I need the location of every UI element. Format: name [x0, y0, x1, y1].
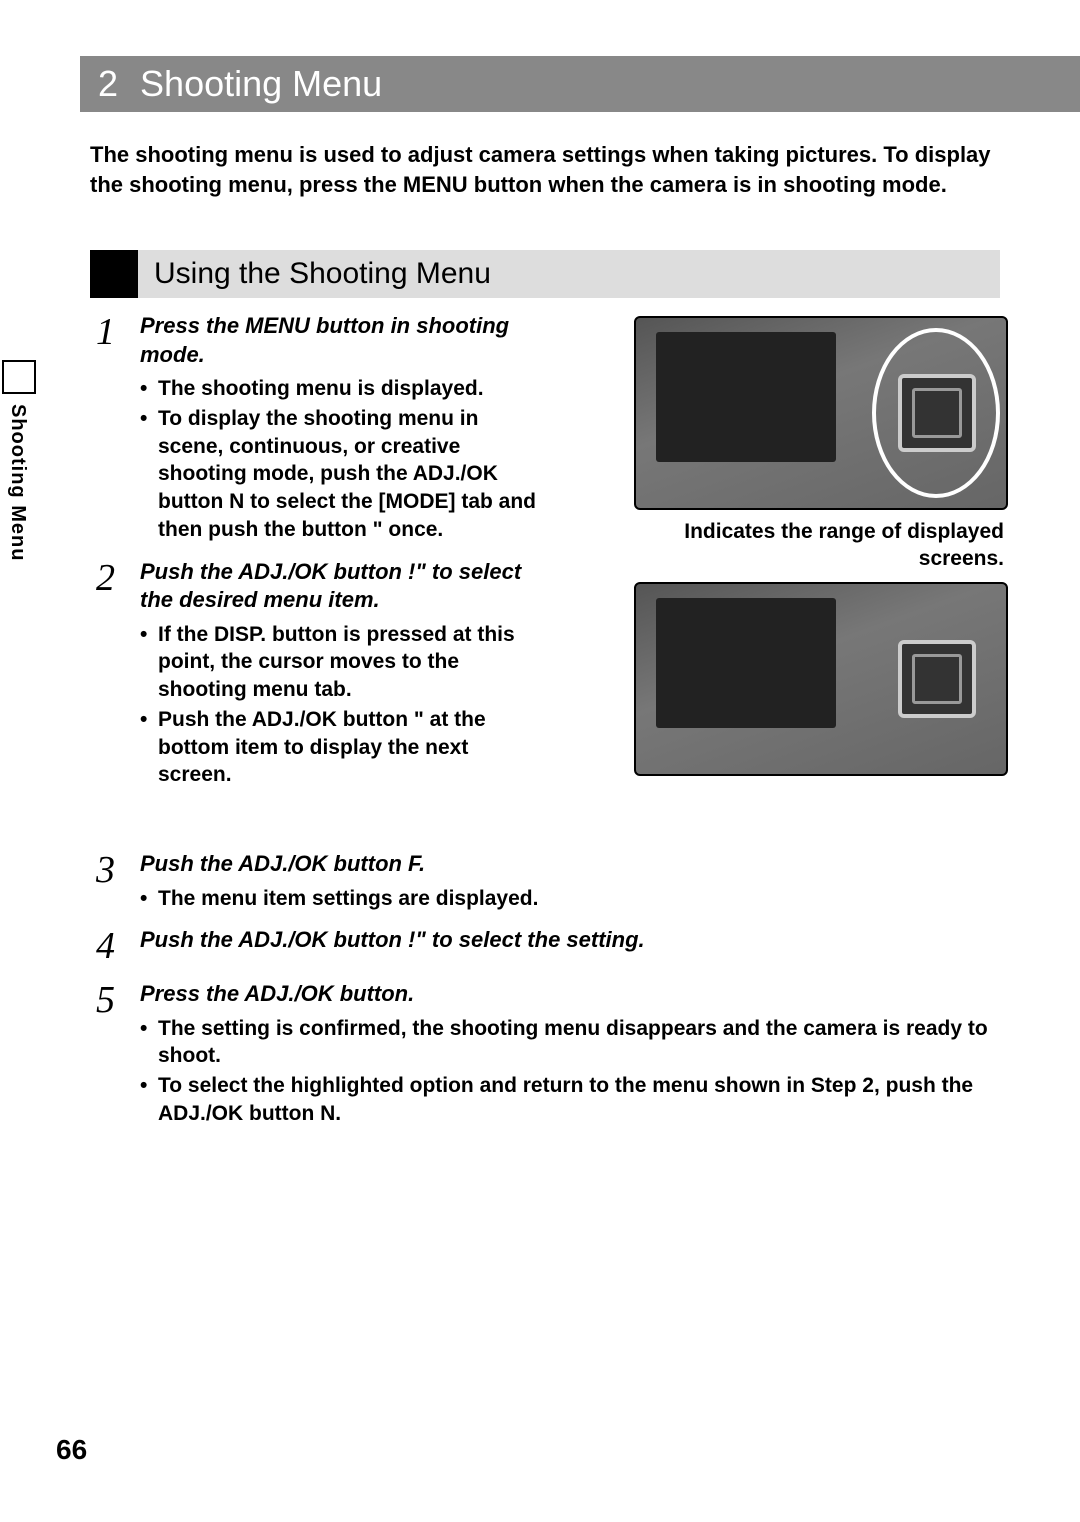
step-bullet: To select the highlighted option and ret…	[158, 1072, 1000, 1127]
figure-1-image	[634, 316, 1008, 510]
sidebar-tab: Shooting Menu	[0, 360, 36, 640]
steps-wide: 3 Push the ADJ./OK button F. The menu it…	[96, 850, 1000, 1142]
chapter-number: 2	[98, 63, 118, 105]
step-5: 5 Press the ADJ./OK button. The setting …	[96, 980, 1000, 1129]
step-1: 1 Press the MENU button in shooting mode…	[96, 312, 536, 546]
step-title: Push the ADJ./OK button !" to select the…	[140, 558, 536, 615]
step-3: 3 Push the ADJ./OK button F. The menu it…	[96, 850, 1000, 914]
figure-2-image	[634, 582, 1008, 776]
step-title: Push the ADJ./OK button !" to select the…	[140, 926, 1000, 955]
step-bullet: Push the ADJ./OK button " at the bottom …	[158, 706, 536, 789]
chapter-header: 2 Shooting Menu	[80, 56, 1080, 112]
step-number: 3	[96, 850, 140, 892]
step-title: Press the ADJ./OK button.	[140, 980, 1000, 1009]
step-bullet: The shooting menu is displayed.	[158, 375, 536, 403]
chapter-title: Shooting Menu	[140, 63, 382, 105]
sidebar-label: Shooting Menu	[6, 404, 29, 561]
sidebar-icon	[2, 360, 36, 394]
page-number: 66	[56, 1434, 87, 1466]
step-number: 5	[96, 980, 140, 1022]
step-title: Push the ADJ./OK button F.	[140, 850, 1000, 879]
steps-narrow: 1 Press the MENU button in shooting mode…	[96, 312, 536, 803]
step-bullet: The menu item settings are displayed.	[158, 885, 1000, 913]
step-2: 2 Push the ADJ./OK button !" to select t…	[96, 558, 536, 792]
section-header: Using the Shooting Menu	[90, 250, 1000, 298]
step-bullet: If the DISP. button is pressed at this p…	[158, 621, 536, 704]
step-number: 2	[96, 558, 140, 600]
step-bullet: To display the shooting menu in scene, c…	[158, 405, 536, 544]
intro-paragraph: The shooting menu is used to adjust came…	[90, 140, 1000, 199]
figure-1-caption: Indicates the range of displayed screens…	[634, 518, 1004, 573]
step-bullet: The setting is confirmed, the shooting m…	[158, 1015, 1000, 1070]
section-marker	[90, 250, 138, 298]
section-title: Using the Shooting Menu	[154, 257, 491, 291]
figure-2	[634, 582, 1004, 776]
figure-1: Indicates the range of displayed screens…	[634, 316, 1004, 573]
step-number: 1	[96, 312, 140, 354]
step-title: Press the MENU button in shooting mode.	[140, 312, 536, 369]
step-number: 4	[96, 926, 140, 968]
step-4: 4 Push the ADJ./OK button !" to select t…	[96, 926, 1000, 968]
